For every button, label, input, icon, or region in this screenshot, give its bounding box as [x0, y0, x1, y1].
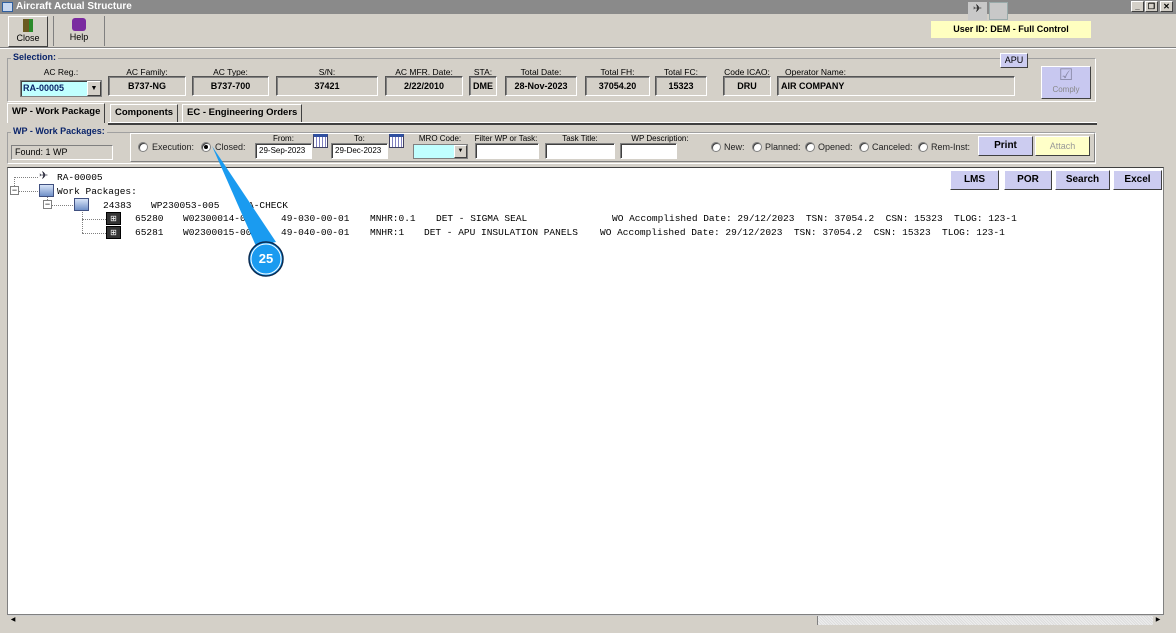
- callout-number: 25: [258, 251, 274, 266]
- callout-tail: [212, 146, 276, 246]
- callout-pointer: [212, 146, 284, 277]
